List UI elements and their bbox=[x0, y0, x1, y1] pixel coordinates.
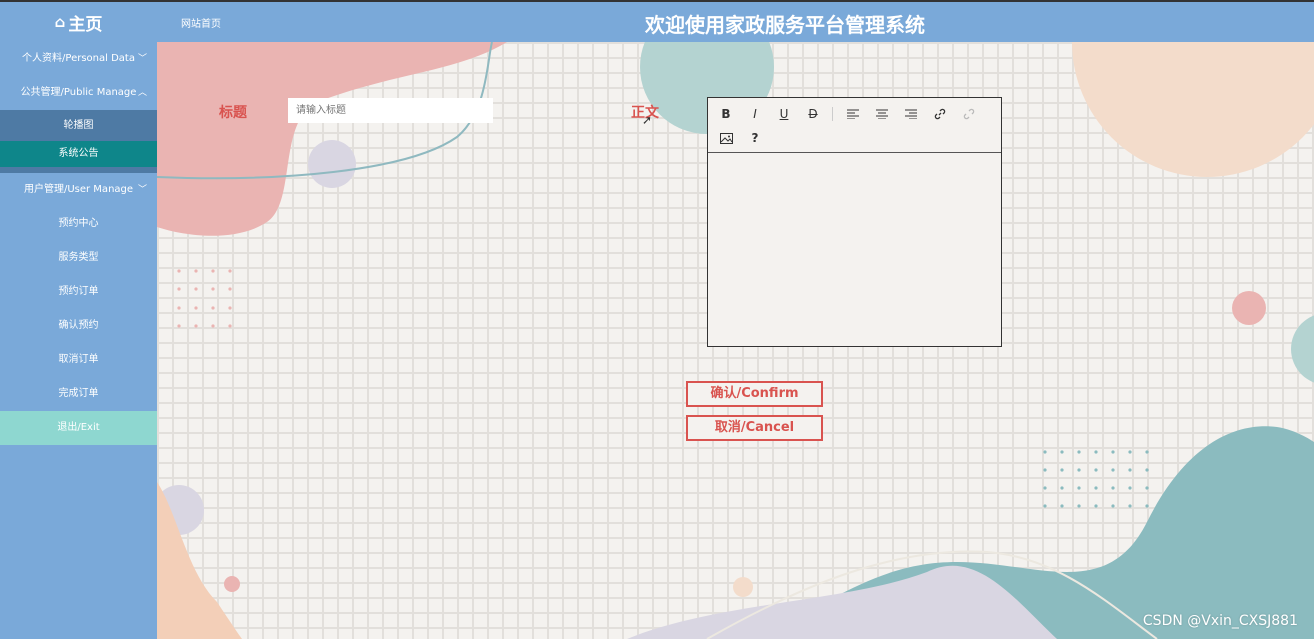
underline-icon: U bbox=[779, 107, 789, 121]
home-icon: ⌂ bbox=[54, 13, 66, 31]
sidebar-item-booking-center[interactable]: 预约中心 bbox=[0, 207, 157, 241]
align-left-button[interactable] bbox=[841, 103, 865, 125]
sidebar-item-label: 取消订单 bbox=[58, 354, 99, 365]
top-header: ⌂ 主页 网站首页 欢迎使用家政服务平台管理系统 bbox=[0, 0, 1314, 42]
sidebar-item-user-manage[interactable]: 用户管理/User Manage ﹀ bbox=[0, 173, 157, 207]
unlink-button[interactable] bbox=[957, 103, 981, 125]
italic-icon: I bbox=[753, 107, 757, 121]
bold-button[interactable]: B bbox=[714, 103, 738, 125]
breadcrumb[interactable]: 网站首页 bbox=[181, 15, 221, 30]
align-center-button[interactable] bbox=[870, 103, 894, 125]
editor-content-area[interactable] bbox=[708, 153, 1001, 346]
bold-icon: B bbox=[721, 107, 731, 121]
watermark: CSDN @Vxin_CXSJ881 bbox=[1142, 613, 1298, 629]
editor-toolbar: B I U D ? bbox=[708, 98, 1001, 153]
sidebar: 个人资料/Personal Data ﹀ 公共管理/Public Manage … bbox=[0, 42, 157, 639]
unlink-icon bbox=[963, 108, 975, 120]
sidebar-item-public-manage[interactable]: 公共管理/Public Manage ︿ bbox=[0, 76, 157, 110]
sidebar-item-label: 完成订单 bbox=[58, 388, 99, 399]
sidebar-item-label: 确认预约 bbox=[58, 320, 99, 331]
title-label: 标题 bbox=[219, 105, 247, 121]
sidebar-item-label: 预约中心 bbox=[58, 218, 99, 229]
strikethrough-button[interactable]: D bbox=[801, 103, 825, 125]
help-icon: ? bbox=[751, 131, 759, 145]
mouse-cursor-icon: ➚ bbox=[642, 113, 653, 127]
title-input[interactable] bbox=[288, 98, 493, 123]
sidebar-item-personal-data[interactable]: 个人资料/Personal Data ﹀ bbox=[0, 42, 157, 76]
toolbar-divider bbox=[832, 107, 833, 121]
sidebar-item-label: 系统公告 bbox=[58, 148, 99, 159]
chevron-up-icon: ︿ bbox=[137, 88, 147, 98]
confirm-button[interactable]: 确认/Confirm bbox=[686, 381, 823, 407]
align-right-button[interactable] bbox=[899, 103, 923, 125]
chevron-down-icon: ﹀ bbox=[137, 185, 147, 195]
home-link[interactable]: ⌂ 主页 bbox=[0, 2, 157, 42]
insert-image-button[interactable] bbox=[714, 127, 738, 149]
sidebar-item-label: 用户管理/User Manage bbox=[23, 184, 134, 195]
sidebar-item-label: 个人资料/Personal Data bbox=[22, 53, 135, 64]
italic-button[interactable]: I bbox=[743, 103, 767, 125]
sidebar-item-confirm-booking[interactable]: 确认预约 bbox=[0, 309, 157, 343]
strikethrough-icon: D bbox=[808, 107, 818, 121]
image-icon bbox=[719, 132, 733, 144]
cancel-button[interactable]: 取消/Cancel bbox=[686, 415, 823, 441]
help-button[interactable]: ? bbox=[743, 127, 767, 149]
sidebar-item-label: 预约订单 bbox=[58, 286, 99, 297]
align-center-icon bbox=[876, 109, 888, 119]
sidebar-item-booking-orders[interactable]: 预约订单 bbox=[0, 275, 157, 309]
sidebar-item-carousel[interactable]: 轮播图 bbox=[0, 110, 157, 141]
underline-button[interactable]: U bbox=[772, 103, 796, 125]
align-left-icon bbox=[847, 109, 859, 119]
sidebar-item-label: 服务类型 bbox=[58, 252, 99, 263]
link-button[interactable] bbox=[928, 103, 952, 125]
link-icon bbox=[934, 108, 946, 120]
sidebar-item-service-type[interactable]: 服务类型 bbox=[0, 241, 157, 275]
sidebar-item-label: 轮播图 bbox=[63, 120, 94, 131]
sidebar-item-label: 公共管理/Public Manage bbox=[20, 87, 137, 98]
rich-text-editor: B I U D ? bbox=[707, 97, 1002, 347]
sidebar-item-cancel-order[interactable]: 取消订单 bbox=[0, 343, 157, 377]
home-label: 主页 bbox=[68, 14, 103, 35]
sidebar-item-complete-order[interactable]: 完成订单 bbox=[0, 377, 157, 411]
chevron-down-icon: ﹀ bbox=[137, 54, 147, 64]
sidebar-item-announcement[interactable]: 系统公告 bbox=[0, 141, 157, 167]
align-right-icon bbox=[905, 109, 917, 119]
sidebar-item-label: 退出/Exit bbox=[57, 422, 100, 433]
sidebar-item-exit[interactable]: 退出/Exit bbox=[0, 411, 157, 445]
page-title: 欢迎使用家政服务平台管理系统 bbox=[645, 13, 925, 37]
